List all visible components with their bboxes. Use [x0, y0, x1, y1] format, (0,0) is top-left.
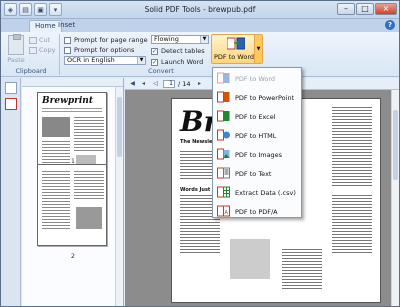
menu-item-label: PDF to PowerPoint — [235, 93, 295, 102]
thumbnail-page[interactable] — [37, 164, 107, 246]
paste-button[interactable]: Paste — [5, 34, 27, 64]
cut-button[interactable]: Cut — [29, 36, 50, 44]
help-icon[interactable]: ? — [385, 20, 395, 30]
layout-value: Flowing — [154, 35, 179, 43]
pdf-icon[interactable] — [5, 98, 17, 110]
menu-item-pdf-to-images[interactable]: PDF to Images — [214, 146, 300, 163]
thumbnail-scrollbar[interactable] — [115, 87, 123, 306]
launch-word-checkbox[interactable]: ✓ Launch Word — [151, 58, 203, 66]
chevron-down-icon: ▼ — [137, 57, 145, 64]
text-icon — [217, 167, 230, 179]
side-rail — [1, 78, 21, 306]
previous-page-icon[interactable]: ◂ — [139, 80, 148, 88]
menu-item-pdf-to-pdfa[interactable]: A PDF to PDF/A — [214, 203, 300, 220]
word-icon — [217, 72, 230, 84]
menu-item-label: PDF to Word — [235, 74, 276, 83]
copy-label: Copy — [39, 46, 56, 54]
next-page-icon[interactable]: ▸ — [195, 80, 204, 88]
menu-item-label: PDF to Images — [235, 150, 283, 159]
menu-item-label: PDF to HTML — [235, 131, 277, 140]
ocr-select[interactable]: OCR in English ▼ — [64, 56, 146, 65]
images-icon — [217, 148, 230, 160]
prompt-page-range-checkbox[interactable]: Prompt for page range — [64, 36, 148, 44]
tab-inset[interactable]: Inset — [53, 20, 80, 32]
launch-word-label: Launch Word — [161, 58, 204, 66]
pdf-to-word-split-button[interactable]: PDF to Word ▼ — [211, 34, 263, 64]
menu-item-pdf-to-excel[interactable]: PDF to Excel — [214, 108, 300, 125]
csv-icon — [217, 186, 230, 198]
convert-dropdown-menu: PDF to Word PDF to PowerPoint PDF to Exc… — [212, 67, 302, 218]
title-bar: ◈ ▤ ▣ ▾ Solid PDF Tools - brewpub.pdf – … — [1, 1, 399, 19]
html-icon — [217, 129, 230, 141]
prompt-options-label: Prompt for options — [74, 46, 135, 54]
prompt-options-checkbox[interactable]: Prompt for options — [64, 46, 134, 54]
dropdown-arrow-icon[interactable]: ▼ — [254, 35, 262, 63]
paste-label: Paste — [7, 56, 25, 64]
first-page-icon[interactable]: ◀ — [128, 80, 137, 88]
svg-text:A: A — [225, 210, 229, 216]
menu-item-extract-data[interactable]: Extract Data (.csv) — [214, 184, 300, 201]
checkbox-box — [64, 46, 71, 54]
menu-item-label: PDF to Excel — [235, 112, 276, 121]
prompt-page-range-label: Prompt for page range — [74, 36, 148, 44]
chevron-down-icon: ▼ — [200, 36, 208, 43]
menu-item-pdf-to-html[interactable]: PDF to HTML — [214, 127, 300, 144]
document-subtitle: The Newslet — [180, 139, 215, 145]
detect-tables-label: Detect tables — [161, 47, 205, 55]
back-icon[interactable]: ◁ — [151, 80, 160, 88]
viewer-scrollbar[interactable] — [391, 90, 399, 306]
scissors-icon — [29, 36, 37, 44]
menu-item-label: Extract Data (.csv) — [235, 188, 296, 197]
thumbnail-toolbar — [22, 78, 123, 87]
menu-item-pdf-to-word[interactable]: PDF to Word — [214, 70, 300, 87]
page-illustration — [230, 239, 270, 279]
minimize-button[interactable]: – — [337, 3, 355, 15]
pages-icon[interactable] — [5, 82, 17, 94]
menu-item-label: PDF to Text — [235, 169, 272, 178]
checkbox-checked: ✓ — [151, 58, 158, 66]
pdf-to-word-label: PDF to Word — [213, 53, 255, 61]
pdf-to-word-icon — [227, 37, 245, 50]
thumbnail-title: Brewprint — [42, 96, 93, 106]
menu-item-label: PDF to PDF/A — [235, 207, 278, 216]
menu-item-pdf-to-text[interactable]: PDF to Text — [214, 165, 300, 182]
checkbox-box — [64, 36, 71, 44]
page-number-input[interactable]: 1 — [163, 80, 175, 88]
convert-group-label: Convert — [148, 67, 174, 75]
menu-item-pdf-to-powerpoint[interactable]: PDF to PowerPoint — [214, 89, 300, 106]
window-controls: – □ × — [337, 3, 397, 15]
close-button[interactable]: × — [375, 3, 397, 15]
powerpoint-icon — [217, 91, 230, 103]
maximize-button[interactable]: □ — [356, 3, 374, 15]
copy-icon — [29, 46, 37, 54]
pdfa-icon: A — [217, 205, 230, 217]
thumbnail-pane: Brewprint 1 2 — [22, 78, 124, 306]
clipboard-icon — [8, 34, 24, 55]
ribbon-tabs: Home Inset ? — [1, 19, 399, 32]
app-window: ◈ ▤ ▣ ▾ Solid PDF Tools - brewpub.pdf – … — [0, 0, 400, 307]
ribbon: Paste Cut Copy Clipboard Prompt for page… — [1, 32, 399, 77]
ocr-value: OCR in English — [67, 56, 115, 64]
page-total: / 14 — [178, 80, 191, 88]
copy-button[interactable]: Copy — [29, 46, 56, 54]
ribbon-separator — [59, 34, 60, 75]
cut-label: Cut — [39, 36, 51, 44]
layout-select[interactable]: Flowing ▼ — [151, 35, 209, 44]
detect-tables-checkbox[interactable]: ✓ Detect tables — [151, 47, 205, 55]
document-heading: Words Just S — [180, 187, 216, 193]
checkbox-checked: ✓ — [151, 47, 158, 55]
excel-icon — [217, 110, 230, 122]
clipboard-group-label: Clipboard — [15, 67, 47, 75]
thumbnail-page-number: 2 — [70, 252, 76, 260]
